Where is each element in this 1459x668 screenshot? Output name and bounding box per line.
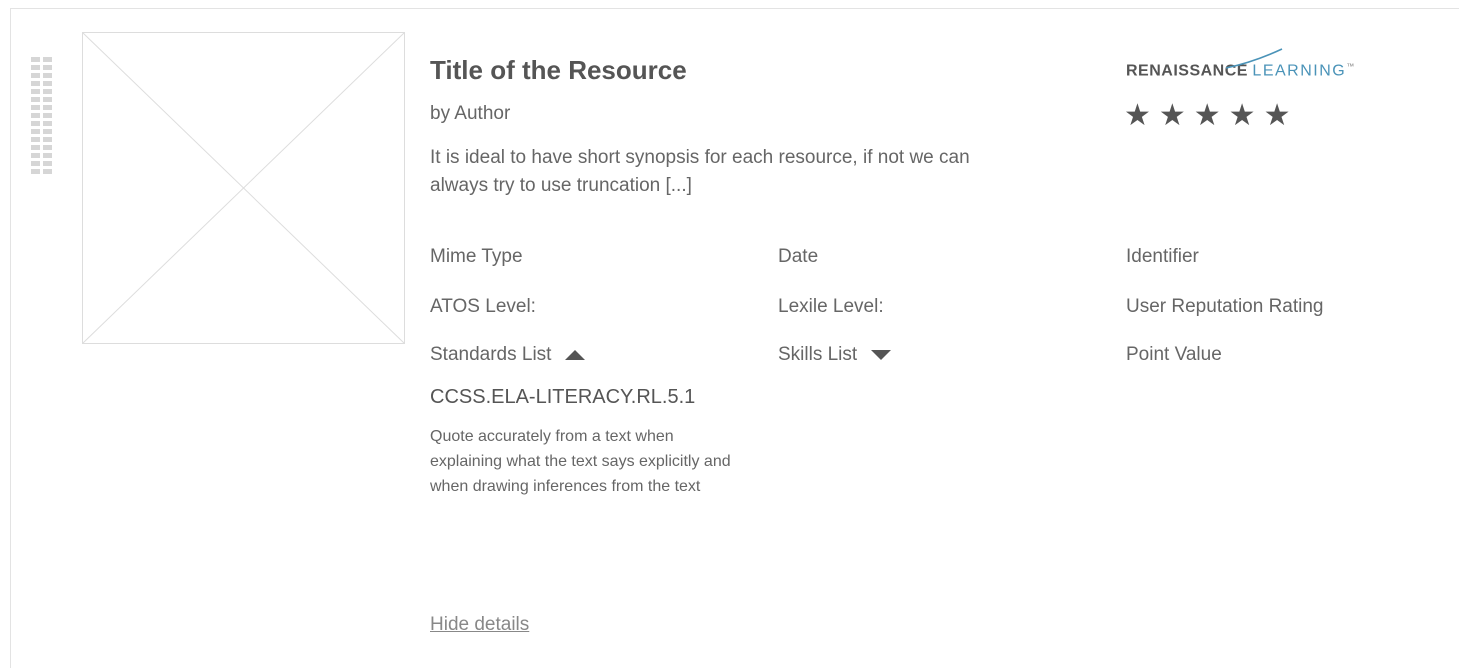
grip-dot — [31, 97, 40, 102]
standards-list-toggle[interactable]: Standards List — [430, 344, 586, 366]
star-rating[interactable]: ★★★★★ — [1124, 98, 1298, 133]
resource-title[interactable]: Title of the Resource — [430, 53, 687, 87]
standard-description: Quote accurately from a text when explai… — [430, 428, 731, 495]
grip-dot — [31, 145, 40, 150]
grip-dot — [43, 161, 52, 166]
grip-dot — [43, 113, 52, 118]
brand-trademark: ™ — [1346, 62, 1355, 71]
grip-dot — [31, 65, 40, 70]
user-reputation-label: User Reputation Rating — [1126, 296, 1324, 317]
grip-dot — [43, 105, 52, 110]
grip-dot — [31, 105, 40, 110]
grip-dot — [43, 73, 52, 78]
grip-dot — [43, 97, 52, 102]
resource-synopsis: It is ideal to have short synopsis for e… — [430, 147, 970, 196]
grip-dot — [31, 129, 40, 134]
caret-up-icon — [565, 350, 586, 360]
atos-level-label: ATOS Level: — [430, 296, 536, 317]
hide-details-link[interactable]: Hide details — [430, 614, 529, 636]
skills-list-label: Skills List — [778, 344, 858, 365]
date-label: Date — [778, 246, 819, 267]
caret-down-icon — [871, 350, 892, 360]
logo-swoosh-icon — [1225, 48, 1283, 69]
resource-author: by Author — [430, 103, 511, 124]
grip-dot — [43, 57, 52, 62]
grip-dot — [31, 161, 40, 166]
point-value-label: Point Value — [1126, 344, 1222, 365]
grip-dot — [31, 73, 40, 78]
grip-dot — [43, 65, 52, 70]
grip-dot — [43, 81, 52, 86]
grip-dot — [31, 113, 40, 118]
identifier-label: Identifier — [1126, 246, 1199, 267]
grip-dot — [43, 145, 52, 150]
grip-dot — [43, 137, 52, 142]
grip-dot — [31, 89, 40, 94]
drag-handle-icon[interactable] — [31, 57, 53, 174]
lexile-level-label: Lexile Level: — [778, 296, 884, 317]
image-placeholder-icon — [82, 32, 405, 344]
grip-dot — [43, 89, 52, 94]
grip-dot — [31, 81, 40, 86]
grip-dot — [31, 137, 40, 142]
grip-dot — [43, 153, 52, 158]
grip-dot — [43, 121, 52, 126]
grip-dot — [31, 121, 40, 126]
standards-list-label: Standards List — [430, 344, 552, 365]
grip-dot — [31, 57, 40, 62]
grip-dot — [31, 153, 40, 158]
grip-dot — [43, 129, 52, 134]
grip-dot — [31, 169, 40, 174]
mime-type-label: Mime Type — [430, 246, 523, 267]
publisher-logo: RENAISSANCE LEARNING™ — [1126, 48, 1355, 92]
grip-dot — [43, 169, 52, 174]
skills-list-toggle[interactable]: Skills List — [778, 344, 892, 366]
standard-code: CCSS.ELA-LITERACY.RL.5.1 — [430, 386, 696, 408]
